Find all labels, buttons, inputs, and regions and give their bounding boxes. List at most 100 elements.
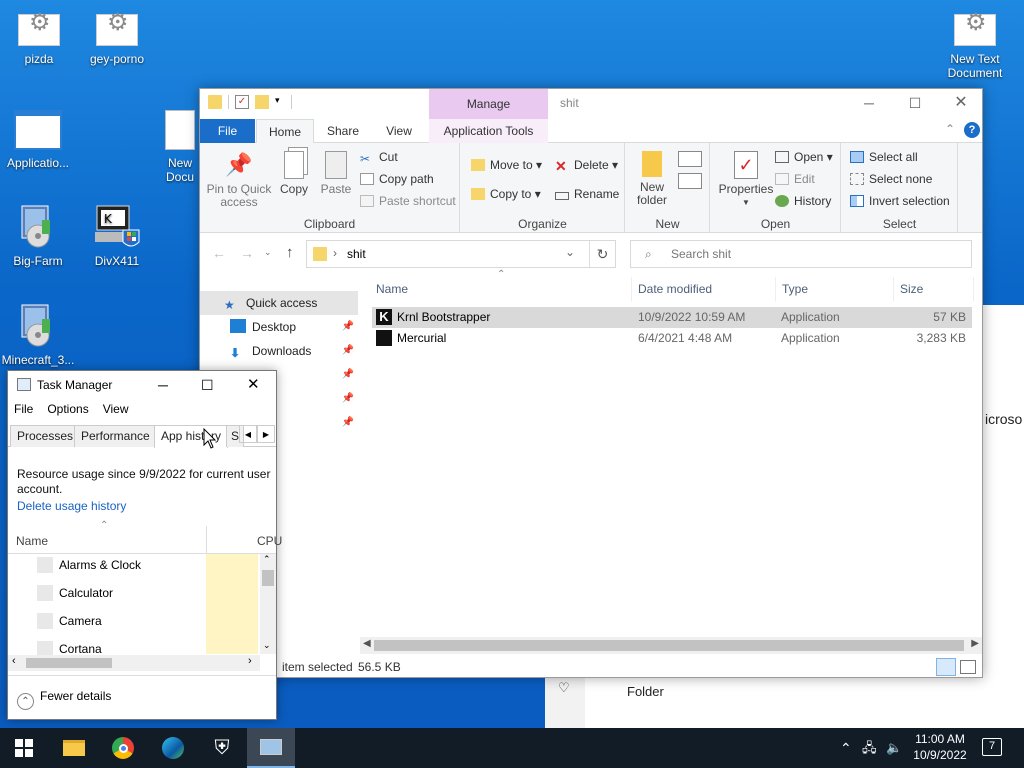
tab-processes[interactable]: Processes [10, 425, 81, 447]
fewer-details-button[interactable]: ⌃ Fewer details [17, 686, 111, 710]
nav-item-desktop[interactable]: Desktop 📌 [200, 315, 358, 339]
tab-manage-context[interactable]: Manage [429, 89, 548, 119]
system-clock[interactable]: 11:00 AM 10/9/2022 [905, 731, 975, 763]
vertical-scrollbar[interactable]: ⌃ ⌄ [260, 554, 276, 654]
column-header-name[interactable]: Name [370, 277, 632, 301]
start-button[interactable] [0, 728, 48, 768]
tab-home[interactable]: Home [256, 119, 314, 144]
maximize-button[interactable]: ☐ [201, 371, 214, 399]
properties-button[interactable]: ✓ Properties ▼ [715, 151, 777, 209]
taskbar-security[interactable]: ⛨ [198, 728, 246, 768]
scroll-right-arrow[interactable]: › [248, 655, 252, 667]
taskbar-task-manager[interactable] [247, 728, 295, 768]
select-none-button[interactable]: Select none [850, 171, 932, 187]
copy-to-button[interactable]: Copy to ▾ [471, 186, 541, 202]
column-header-cpu[interactable]: CPU [257, 534, 282, 548]
menu-options[interactable]: Options [47, 402, 88, 416]
tray-chevron-up-icon[interactable]: ⌃ [840, 728, 852, 768]
maximize-button[interactable]: ☐ [892, 89, 938, 119]
breadcrumb[interactable]: shit [347, 247, 366, 261]
properties-check-icon[interactable]: ✓ [235, 95, 249, 109]
tab-scroll-right-button[interactable]: ▶ [257, 425, 275, 443]
easy-access-button[interactable] [678, 173, 702, 189]
address-dropdown-icon[interactable]: ⌄ [565, 245, 575, 259]
new-item-button[interactable] [678, 151, 702, 167]
minimize-button[interactable]: ─ [846, 89, 892, 119]
nav-item-quick-access[interactable]: ★ Quick access [200, 291, 358, 315]
minimize-button[interactable]: ─ [158, 371, 168, 399]
up-arrow-icon[interactable]: ↑ [286, 244, 294, 261]
refresh-icon[interactable]: ↻ [589, 241, 615, 267]
chevron-up-icon[interactable]: ⌃ [945, 122, 955, 136]
scroll-right-arrow[interactable]: ▶ [971, 638, 979, 649]
scrollbar-thumb[interactable] [26, 658, 112, 668]
select-all-button[interactable]: Select all [850, 149, 918, 165]
column-header-date[interactable]: Date modified [632, 277, 776, 301]
list-item[interactable]: Calculator [8, 579, 204, 607]
cut-button[interactable]: ✂ Cut [360, 149, 398, 166]
back-arrow-icon[interactable]: ← [212, 245, 226, 261]
desktop-icon-gey-porno[interactable]: gey-porno [79, 14, 155, 66]
invert-selection-button[interactable]: Invert selection [850, 193, 950, 209]
help-icon[interactable]: ? [964, 122, 980, 138]
new-folder-button[interactable]: New folder [630, 151, 674, 207]
column-header-type[interactable]: Type [776, 277, 894, 301]
tab-view[interactable]: View [374, 119, 424, 143]
details-view-icon[interactable] [936, 658, 956, 676]
tab-scroll-left-button[interactable]: ◀ [239, 425, 257, 443]
list-item[interactable]: Cortana [8, 635, 204, 655]
desktop-icon-application[interactable]: Applicatio... [0, 110, 76, 170]
desktop-icon-big-farm[interactable]: Big-Farm [0, 204, 76, 268]
desktop-icon-new-text-document[interactable]: New Text Document [937, 14, 1013, 80]
horizontal-scrollbar[interactable]: ‹ › [8, 655, 260, 671]
close-button[interactable]: ✕ [247, 371, 260, 399]
list-item[interactable]: Alarms & Clock [8, 551, 204, 579]
scrollbar-thumb[interactable] [374, 640, 964, 651]
taskbar-file-explorer[interactable] [50, 728, 98, 768]
menu-file[interactable]: File [14, 402, 33, 416]
list-item[interactable]: Camera [8, 607, 204, 635]
pin-to-quick-access-button[interactable]: 📌 Pin to Quick access [204, 151, 274, 209]
horizontal-scrollbar[interactable]: ◀ ▶ [360, 637, 982, 654]
taskbar-edge[interactable] [149, 728, 197, 768]
tab-file[interactable]: File [200, 119, 255, 143]
notifications-button[interactable]: 7 [982, 738, 1002, 756]
taskbar-chrome[interactable] [99, 728, 147, 768]
edit-button[interactable]: Edit [775, 171, 815, 187]
menu-view[interactable]: View [103, 402, 129, 416]
desktop-icon-minecraft[interactable]: Minecraft_3... [0, 303, 76, 367]
network-icon[interactable]: 🖧 [862, 728, 877, 768]
explorer-titlebar[interactable]: ✓ ▾ Manage shit ─ ☐ ✕ [200, 89, 982, 119]
delete-usage-history-link[interactable]: Delete usage history [17, 499, 126, 513]
history-button[interactable]: History [775, 193, 831, 209]
copy-button[interactable]: Copy [274, 151, 314, 196]
scroll-up-arrow[interactable]: ⌃ [263, 554, 271, 565]
column-header-name[interactable]: Name [16, 534, 48, 548]
file-row[interactable]: K Krnl Bootstrapper 10/9/2022 10:59 AM A… [372, 307, 972, 328]
scroll-left-arrow[interactable]: ‹ [12, 655, 16, 667]
paste-button[interactable]: Paste [316, 151, 356, 196]
close-button[interactable]: ✕ [938, 89, 984, 119]
scrollbar-thumb[interactable] [262, 570, 274, 586]
paste-shortcut-button[interactable]: Paste shortcut [360, 193, 456, 209]
copy-path-button[interactable]: Copy path [360, 171, 434, 187]
tab-application-tools[interactable]: Application Tools [429, 119, 548, 143]
chevron-down-icon[interactable]: ⌄ [264, 247, 272, 258]
volume-icon[interactable]: 🔈 [886, 728, 902, 768]
search-input[interactable]: ⌕ Search shit [630, 240, 972, 268]
desktop-icon-divx411[interactable]: K DivX411 [79, 204, 155, 268]
task-manager-titlebar[interactable]: Task Manager ─ ☐ ✕ [8, 371, 276, 399]
column-header-size[interactable]: Size [894, 277, 974, 301]
chevron-down-icon[interactable]: ▾ [275, 95, 285, 109]
tab-share[interactable]: Share [318, 119, 368, 143]
nav-item-downloads[interactable]: ⬇ Downloads 📌 [200, 339, 358, 363]
forward-arrow-icon[interactable]: → [240, 245, 254, 261]
scroll-down-arrow[interactable]: ⌄ [263, 640, 271, 651]
delete-button[interactable]: ✕ Delete ▾ [555, 157, 618, 173]
large-icons-view-icon[interactable] [960, 660, 976, 674]
scroll-left-arrow[interactable]: ◀ [363, 638, 371, 649]
tab-performance[interactable]: Performance [74, 425, 157, 447]
new-folder-qat-icon[interactable] [255, 95, 269, 109]
file-row[interactable]: Mercurial 6/4/2021 4:48 AM Application 3… [372, 328, 972, 349]
address-bar[interactable]: › shit ⌄ ↻ [306, 240, 616, 268]
